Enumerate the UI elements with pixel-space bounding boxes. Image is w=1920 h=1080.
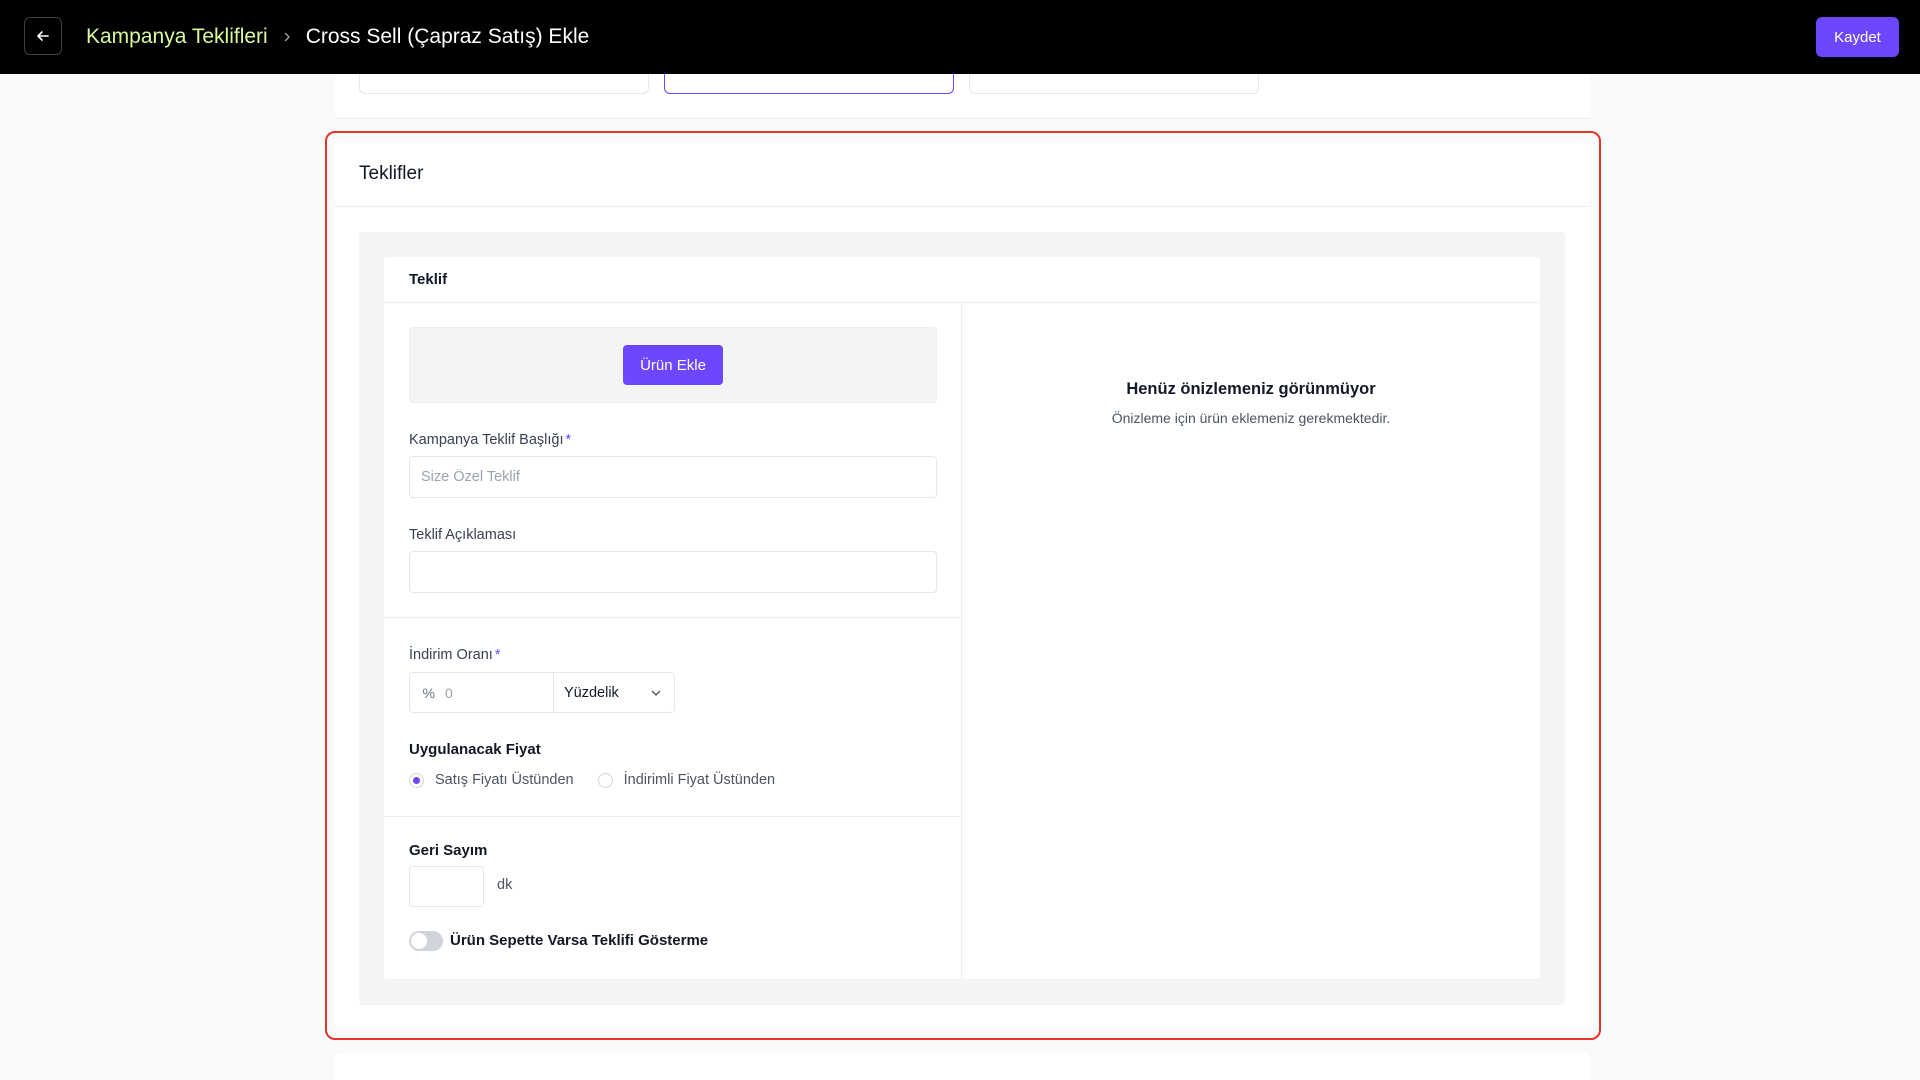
- section-title: Teklifler: [359, 163, 424, 184]
- campaign-title-label: Kampanya Teklif Başlığı *: [409, 432, 571, 448]
- offer-card-title: Teklif: [409, 271, 448, 288]
- radio-option-sale-price[interactable]: Satış Fiyatı Üstünden: [409, 772, 574, 788]
- discount-type-select[interactable]: Yüzdelik: [553, 673, 674, 712]
- breadcrumb: Kampanya Teklifleri Cross Sell (Çapraz S…: [86, 0, 589, 74]
- add-product-area: Ürün Ekle: [409, 327, 937, 403]
- radio-button[interactable]: [597, 772, 613, 788]
- column-divider: [961, 302, 962, 979]
- campaign-title-label-text: Kampanya Teklif Başlığı: [409, 432, 564, 448]
- campaign-type-card: [335, 74, 1590, 119]
- radio-label: Satış Fiyatı Üstünden: [435, 772, 574, 788]
- discount-rate-input[interactable]: [440, 673, 553, 712]
- divider: [384, 302, 1540, 303]
- price-radio-group: Satış Fiyatı Üstünden İndirimli Fiyat Üs…: [409, 772, 799, 788]
- divider: [335, 206, 1590, 207]
- arrow-left-icon: [37, 31, 49, 41]
- campaign-type-option[interactable]: [969, 74, 1259, 94]
- add-product-button[interactable]: Ürün Ekle: [623, 345, 723, 385]
- offers-section: Teklifler Teklif Ürün Ekle Kampanya Tekl…: [335, 143, 1590, 1027]
- campaign-type-option-selected[interactable]: [664, 74, 954, 94]
- radio-option-discounted-price[interactable]: İndirimli Fiyat Üstünden: [597, 772, 776, 788]
- discount-label: İndirim Oranı *: [409, 647, 500, 663]
- toggle-knob: [411, 933, 427, 949]
- required-marker: *: [565, 432, 572, 448]
- divider: [384, 617, 961, 618]
- countdown-input[interactable]: [409, 866, 484, 907]
- hide-if-in-cart-label: Ürün Sepette Varsa Teklifi Gösterme: [450, 932, 709, 949]
- top-bar: Kampanya Teklifleri Cross Sell (Çapraz S…: [0, 0, 1920, 74]
- description-label: Teklif Açıklaması: [409, 527, 517, 543]
- percent-prefix: %: [422, 684, 435, 701]
- divider: [384, 816, 961, 817]
- discount-type-value: Yüzdelik: [564, 684, 619, 701]
- campaign-type-option[interactable]: [359, 74, 649, 94]
- save-button[interactable]: Kaydet: [1816, 17, 1899, 57]
- preview-empty-title: Henüz önizlemeniz görünmüyor: [1126, 380, 1376, 398]
- countdown-label: Geri Sayım: [409, 842, 488, 859]
- chevron-down-icon: [651, 690, 661, 696]
- discount-rate-group: % Yüzdelik: [409, 672, 675, 713]
- radio-button-checked[interactable]: [409, 772, 424, 788]
- discount-label-text: İndirim Oranı: [409, 647, 493, 663]
- next-section-card: [335, 1053, 1590, 1080]
- chevron-right-icon: [282, 32, 292, 42]
- hide-if-in-cart-toggle[interactable]: [409, 931, 443, 951]
- campaign-title-input[interactable]: [409, 456, 937, 498]
- back-button[interactable]: [24, 17, 62, 55]
- price-label: Uygulanacak Fiyat: [409, 741, 541, 758]
- radio-label: İndirimli Fiyat Üstünden: [623, 772, 776, 788]
- offers-panel: Teklif Ürün Ekle Kampanya Teklif Başlığı…: [359, 232, 1565, 1005]
- preview-empty-subtitle: Önizleme için ürün eklemeniz gerekmekted…: [1111, 410, 1391, 426]
- page-title: Cross Sell (Çapraz Satış) Ekle: [305, 25, 590, 48]
- breadcrumb-parent-link[interactable]: Kampanya Teklifleri: [86, 25, 268, 49]
- offer-card: Teklif Ürün Ekle Kampanya Teklif Başlığı…: [384, 257, 1540, 979]
- required-marker: *: [494, 647, 501, 663]
- description-input[interactable]: [409, 551, 937, 593]
- countdown-unit: dk: [497, 877, 513, 893]
